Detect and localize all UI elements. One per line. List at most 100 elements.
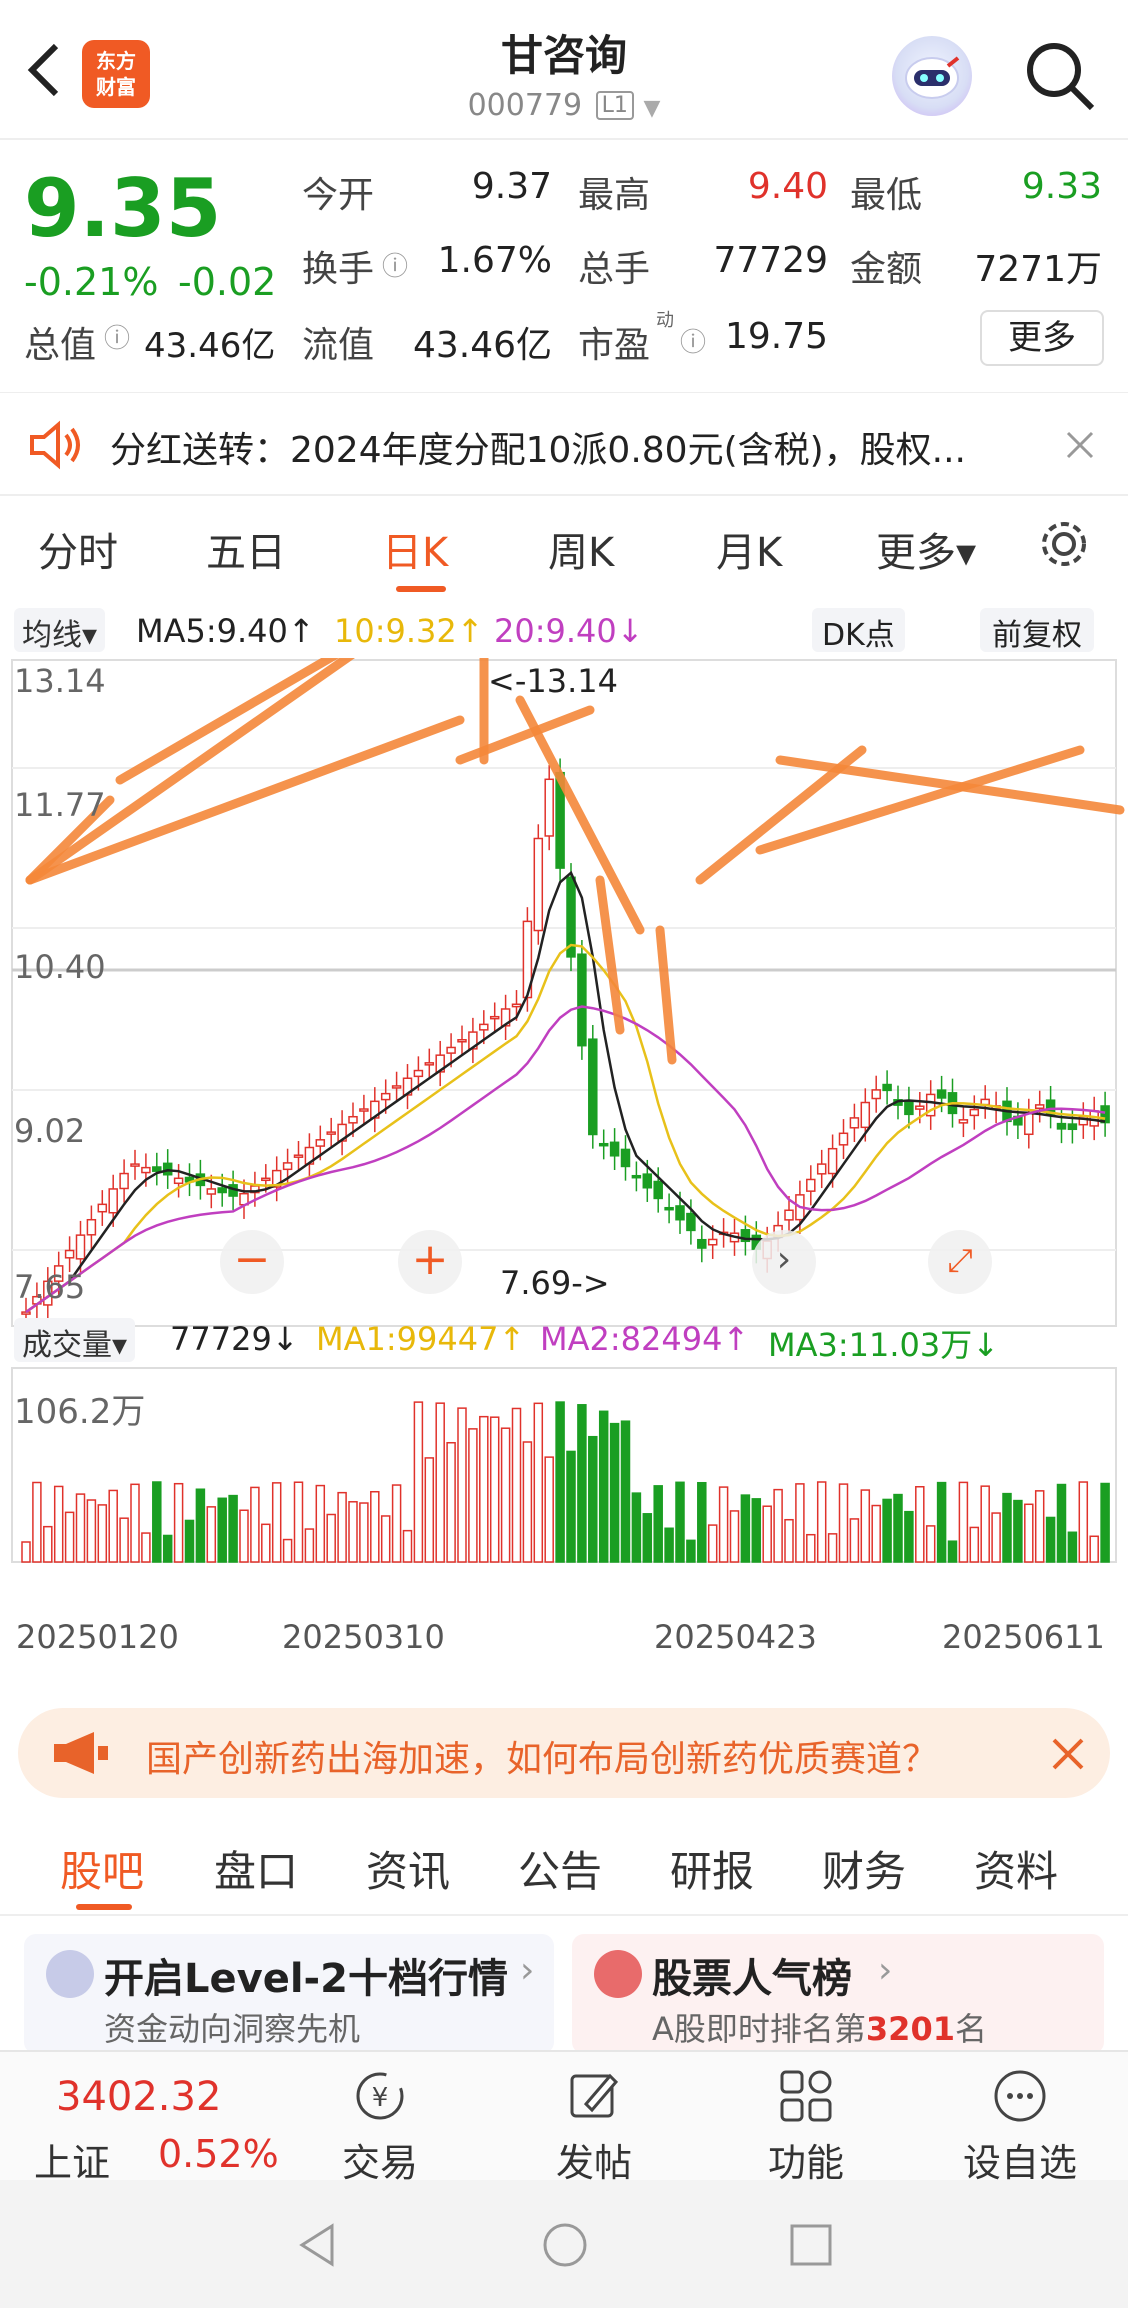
volume-bar [359,1502,369,1563]
edit-icon[interactable] [564,2066,624,2126]
zoom-out-button[interactable]: − [220,1230,284,1294]
tab-research[interactable]: 研报 [670,1838,754,1899]
more-quote-button[interactable]: 更多 [980,310,1104,366]
volume-bar [75,1493,86,1563]
volume-selector[interactable]: 成交量▾ [14,1318,136,1363]
zoom-in-button[interactable]: + [398,1230,462,1294]
volume-bar [729,1510,740,1563]
dividend-notice[interactable]: 分红送转：2024年度分配10派0.80元(含税)，股权... [0,392,1128,496]
search-icon[interactable] [1020,36,1100,116]
grid-icon[interactable] [776,2066,836,2126]
tab-announcements[interactable]: 公告 [518,1838,602,1899]
tab-orderbook[interactable]: 盘口 [214,1838,298,1899]
volume-bar [1045,1516,1056,1563]
chevron-right-icon[interactable]: › [752,1230,816,1294]
candle [598,1142,609,1147]
close-icon[interactable] [1064,429,1096,461]
volume-bar [718,1486,729,1563]
candle [816,1163,827,1175]
volume-bar [522,1441,533,1563]
tab-finance[interactable]: 财务 [822,1838,906,1899]
index-change[interactable]: 0.52% [158,2132,279,2176]
volume-bar [228,1494,238,1563]
tab-forum[interactable]: 股吧 [60,1838,144,1899]
ma-selector[interactable]: 均线▾ [14,608,106,653]
gear-icon[interactable] [1036,516,1092,572]
volume-bar [653,1485,663,1563]
level2-card[interactable]: 开启Level-2十档行情 › 资金动向洞察先机 [24,1934,554,2054]
volume-bar [631,1492,642,1563]
volume-bar [173,1482,184,1563]
nav-back-icon[interactable] [292,2220,342,2270]
ranking-icon [594,1950,642,1998]
info-icon[interactable]: ⓘ [104,318,130,355]
tab-five-day[interactable]: 五日 [206,520,286,578]
candle [806,1178,816,1192]
tab-intraday[interactable]: 分时 [38,520,118,578]
ma10-value: 10:9.32↑ [334,612,484,650]
info-icon[interactable]: ⓘ [382,246,408,283]
candle [642,1173,653,1189]
high-label: 最高 [578,175,651,216]
candle [511,1003,522,1008]
tab-monthly-k[interactable]: 月K [716,520,782,578]
x-tick-label: 20250423 [654,1618,817,1656]
volume-bar [904,1510,914,1563]
post-button[interactable]: 发帖 [524,2132,664,2187]
volume-bar [566,1450,576,1563]
dk-point-button[interactable]: DK点 [812,608,905,653]
volume-bar [980,1485,990,1563]
assistant-robot-icon[interactable] [892,36,972,116]
volume-bar [686,1539,696,1563]
more-circle-icon[interactable] [990,2066,1050,2126]
adjust-button[interactable]: 前复权 [980,608,1094,653]
add-watchlist-button[interactable]: 设自选 [950,2132,1090,2187]
volume-bar [391,1484,402,1563]
tab-news[interactable]: 资讯 [366,1838,450,1899]
volume-bar [915,1486,925,1563]
kline-chart[interactable] [0,658,1128,1578]
nav-home-icon[interactable] [540,2220,590,2270]
volume-bar [947,1540,958,1563]
level-tag: L1 [595,91,634,120]
pe-value: 19.75 [724,316,828,357]
candle [446,1046,456,1054]
vol-ma2: MA2:82494↑ [540,1320,750,1358]
candle [544,778,554,837]
volume-bar [217,1497,227,1563]
fullscreen-icon[interactable]: ⤢ [928,1230,992,1294]
promo-banner[interactable]: 国产创新药出海加速，如何布局创新药优质赛道？ [18,1708,1110,1798]
nav-recents-icon[interactable] [786,2220,836,2270]
popularity-card[interactable]: 股票人气榜 › A股即时排名第3201名 [572,1934,1104,2054]
candle [784,1209,794,1221]
tab-more[interactable]: 更多▾ [876,520,976,578]
index-name[interactable]: 上证 [34,2132,110,2187]
close-icon[interactable] [1050,1736,1086,1772]
candle [969,1108,980,1117]
functions-button[interactable]: 功能 [736,2132,876,2187]
candle [173,1177,184,1185]
card-subtitle: 资金动向洞察先机 [104,2010,361,2048]
volume-bar [871,1504,881,1563]
volume-bar [489,1416,500,1563]
yen-cycle-icon[interactable]: ¥ [350,2066,410,2126]
info-icon[interactable]: ⓘ [680,322,706,359]
index-value[interactable]: 3402.32 [56,2074,221,2120]
volume-bar [588,1435,598,1563]
volume-bar [64,1511,75,1563]
candle [141,1166,151,1174]
volume-bar [457,1407,467,1563]
candle [1024,1112,1034,1136]
kline-chart-area[interactable]: 均线▾ MA5:9.40↑ 10:9.32↑ 20:9.40↓ DK点 前复权 … [0,600,1128,1690]
tab-daily-k[interactable]: 日K [382,520,448,578]
volume-bar [707,1524,718,1563]
low-marker: 7.69-> [500,1264,610,1302]
volume-bar [500,1427,511,1563]
trade-button[interactable]: 交易 [310,2132,450,2187]
tab-profile[interactable]: 资料 [974,1838,1058,1899]
volume-bar [773,1488,783,1563]
bottom-toolbar: 3402.32 上证 0.52% ¥ 交易 发帖 功能 设自选 [0,2050,1128,2185]
volume-bar [315,1484,326,1563]
high-value: 9.40 [747,166,828,207]
tab-weekly-k[interactable]: 周K [548,520,614,578]
